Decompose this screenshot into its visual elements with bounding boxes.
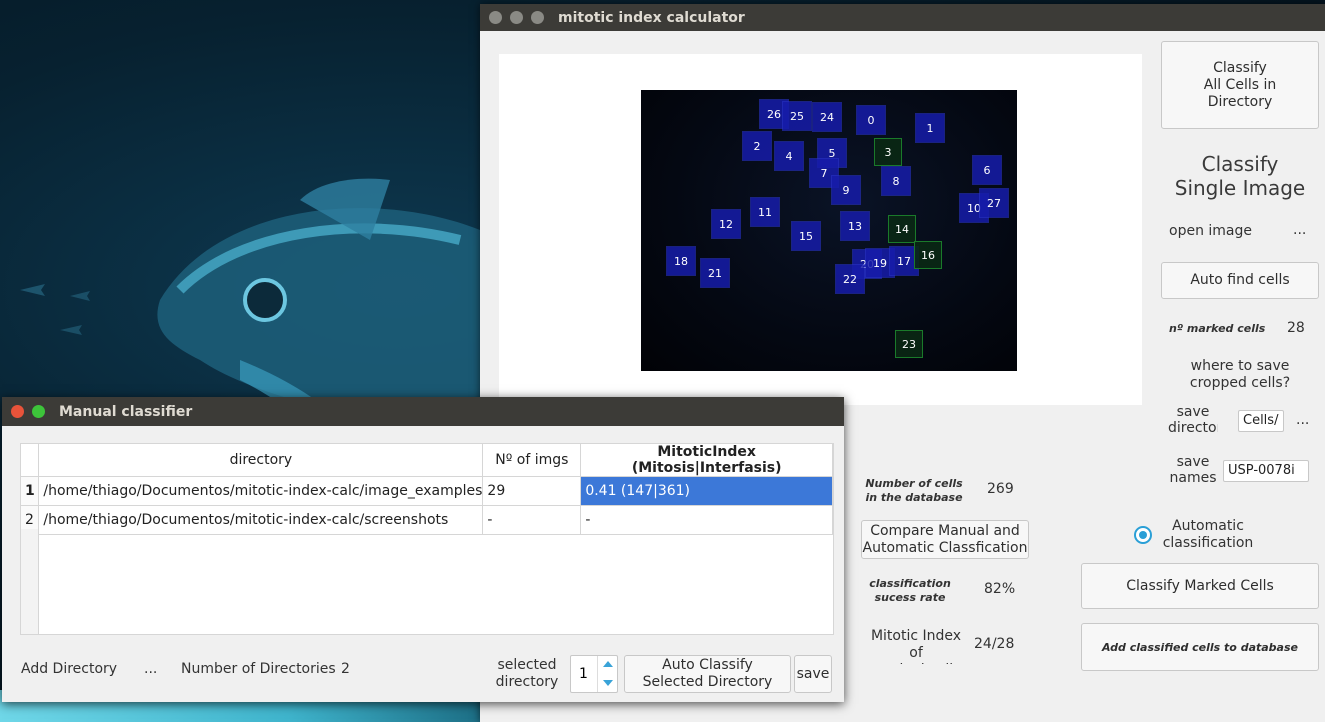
window-title: mitotic index calculator xyxy=(558,9,745,26)
imgs-cell[interactable]: 29 xyxy=(482,476,582,506)
open-image-browse-button[interactable]: ... xyxy=(1293,222,1306,238)
mitotic-index-cell[interactable]: 0.41 (147|361) xyxy=(580,476,833,506)
auto-classify-button[interactable]: Auto Classify Selected Directory xyxy=(624,655,791,693)
marked-cells-label: nº marked cells xyxy=(1169,322,1266,335)
mitotic-index-value: 24/28 xyxy=(974,636,1015,652)
manual-window-title: Manual classifier xyxy=(59,403,193,420)
marked-cell-24[interactable]: 24 xyxy=(813,103,841,131)
success-rate-value: 82% xyxy=(984,581,1016,597)
marked-cell-16[interactable]: 16 xyxy=(914,241,942,269)
microscopy-image[interactable]: 2625240123456789102711121314151821201917… xyxy=(641,90,1017,371)
db-cells-label: Number of cells in the database xyxy=(865,477,963,504)
compare-classification-button[interactable]: Compare Manual and Automatic Classficati… xyxy=(861,520,1029,559)
add-to-database-button[interactable]: Add classified cells to database xyxy=(1081,623,1319,671)
add-directory-browse-button[interactable]: ... xyxy=(144,661,157,677)
marked-cell-25[interactable]: 25 xyxy=(783,102,811,130)
row-header-gutter xyxy=(21,529,39,634)
mitotic-index-label: Mitotic Index of marked cells xyxy=(870,628,962,664)
marked-cell-6[interactable]: 6 xyxy=(973,156,1001,184)
marked-cell-3[interactable]: 3 xyxy=(874,138,902,166)
classify-marked-cells-button[interactable]: Classify Marked Cells xyxy=(1081,563,1319,609)
marked-cell-23[interactable]: 23 xyxy=(895,330,923,358)
spinner-arrows xyxy=(597,656,617,692)
marked-cell-27[interactable]: 27 xyxy=(980,189,1008,217)
marked-cell-15[interactable]: 15 xyxy=(792,222,820,250)
add-directory-label: Add Directory xyxy=(21,661,118,677)
save-names-field[interactable]: USP-0078i xyxy=(1223,460,1309,482)
open-image-label: open image xyxy=(1169,223,1252,239)
marked-cell-4[interactable]: 4 xyxy=(775,142,803,170)
save-directory-label: save directory xyxy=(1168,404,1218,432)
main-titlebar: mitotic index calculator xyxy=(480,4,1325,31)
close-icon[interactable] xyxy=(11,405,24,418)
table-row[interactable]: 1 /home/thiago/Documentos/mitotic-index-… xyxy=(21,476,833,506)
auto-find-cells-button[interactable]: Auto find cells xyxy=(1161,262,1319,299)
selected-directory-spinner[interactable]: 1 xyxy=(570,655,618,693)
where-to-save-label: where to save cropped cells? xyxy=(1189,358,1291,391)
marked-cell-0[interactable]: 0 xyxy=(857,106,885,134)
maximize-icon[interactable] xyxy=(32,405,45,418)
automatic-classification-radio[interactable] xyxy=(1134,526,1152,544)
num-directories-value: 2 xyxy=(341,661,350,677)
save-button[interactable]: save xyxy=(794,655,832,693)
minimize-icon[interactable] xyxy=(510,11,523,24)
marked-cell-11[interactable]: 11 xyxy=(751,198,779,226)
db-cells-value: 269 xyxy=(987,481,1014,497)
maximize-icon[interactable] xyxy=(531,11,544,24)
marked-cell-2[interactable]: 2 xyxy=(743,132,771,160)
marked-cell-14[interactable]: 14 xyxy=(888,215,916,243)
mitotic-index-cell[interactable]: - xyxy=(580,505,833,535)
marked-cell-9[interactable]: 9 xyxy=(832,176,860,204)
save-directory-field[interactable]: Cells/ xyxy=(1238,410,1284,432)
num-directories-label: Number of Directories xyxy=(181,661,336,677)
success-rate-label: classification sucess rate xyxy=(869,577,951,604)
automatic-classification-label: Automatic classification xyxy=(1162,518,1254,551)
directory-cell[interactable]: /home/thiago/Documentos/mitotic-index-ca… xyxy=(38,476,484,506)
directory-cell[interactable]: /home/thiago/Documentos/mitotic-index-ca… xyxy=(38,505,484,535)
chevron-down-icon[interactable] xyxy=(603,680,613,686)
marked-cell-12[interactable]: 12 xyxy=(712,210,740,238)
manual-titlebar: Manual classifier xyxy=(2,397,844,426)
row-number: 1 xyxy=(21,476,40,506)
save-names-label: save names xyxy=(1169,454,1217,484)
corner-header xyxy=(21,444,40,477)
marked-cell-18[interactable]: 18 xyxy=(667,247,695,275)
column-header-directory[interactable]: directory xyxy=(38,444,484,477)
column-header-imgs[interactable]: Nº of imgs xyxy=(482,444,582,477)
classify-all-button[interactable]: Classify All Cells in Directory xyxy=(1161,41,1319,129)
marked-cell-21[interactable]: 21 xyxy=(701,259,729,287)
marked-cells-value: 28 xyxy=(1287,320,1305,336)
marked-cell-8[interactable]: 8 xyxy=(882,167,910,195)
table-row[interactable]: 2 /home/thiago/Documentos/mitotic-index-… xyxy=(21,505,833,535)
selected-directory-value: 1 xyxy=(579,666,588,682)
chevron-up-icon[interactable] xyxy=(603,661,613,667)
column-header-mitotic-index[interactable]: MitoticIndex (Mitosis|Interfasis) xyxy=(580,444,833,477)
marked-cell-13[interactable]: 13 xyxy=(841,212,869,240)
marked-cell-1[interactable]: 1 xyxy=(916,114,944,142)
save-directory-browse-button[interactable]: ... xyxy=(1296,412,1309,428)
close-icon[interactable] xyxy=(489,11,502,24)
selected-directory-label: selected directory xyxy=(495,657,559,690)
imgs-cell[interactable]: - xyxy=(482,505,582,535)
classify-single-heading: Classify Single Image xyxy=(1174,152,1306,200)
manual-classifier-window: Manual classifier directory Nº of imgs M… xyxy=(2,397,844,702)
directory-table: directory Nº of imgs MitoticIndex (Mitos… xyxy=(20,443,834,635)
marked-cell-22[interactable]: 22 xyxy=(836,265,864,293)
image-panel: 2625240123456789102711121314151821201917… xyxy=(499,54,1142,405)
